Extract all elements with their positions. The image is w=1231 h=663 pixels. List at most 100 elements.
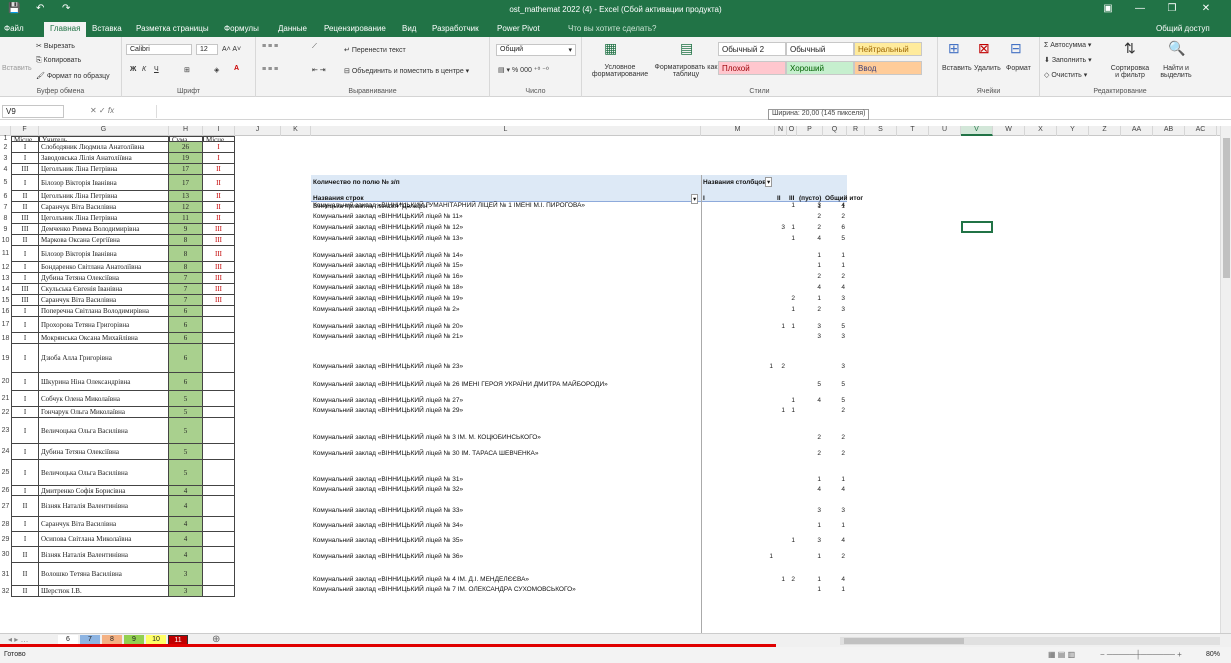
format-cells-button[interactable]: Формат bbox=[1006, 65, 1031, 72]
selected-cell[interactable] bbox=[961, 221, 993, 233]
ribbon-tab-4[interactable]: Формулы bbox=[224, 24, 259, 33]
column-header-R[interactable]: R bbox=[847, 126, 865, 136]
maximize-icon[interactable]: ❐ bbox=[1162, 3, 1182, 14]
row-header-23[interactable]: 23 bbox=[0, 418, 11, 444]
name-box[interactable]: V9 bbox=[2, 105, 64, 118]
align-top-icon[interactable]: ≡ ≡ ≡ bbox=[262, 43, 278, 50]
style-neutral[interactable]: Нейтральный bbox=[854, 42, 922, 56]
column-header-K[interactable]: K bbox=[281, 126, 311, 136]
ribbon-tab-0[interactable]: Файл bbox=[4, 24, 24, 33]
ribbon-options-icon[interactable]: ▣ bbox=[1098, 3, 1118, 14]
row-header-9[interactable]: 9 bbox=[0, 224, 11, 235]
font-color-icon[interactable]: A bbox=[234, 65, 239, 72]
style-input[interactable]: Ввод bbox=[854, 61, 922, 75]
column-header-G[interactable]: G bbox=[39, 126, 169, 136]
insert-cells-button[interactable]: Вставить bbox=[942, 65, 972, 72]
column-header-Y[interactable]: Y bbox=[1057, 126, 1089, 136]
row-header-21[interactable]: 21 bbox=[0, 391, 11, 407]
column-header-L[interactable]: L bbox=[311, 126, 701, 136]
column-header-AB[interactable]: AB bbox=[1153, 126, 1185, 136]
bold-button[interactable]: Ж bbox=[130, 66, 136, 73]
column-header-N[interactable]: N bbox=[775, 126, 787, 136]
row-header-13[interactable]: 13 bbox=[0, 273, 11, 284]
row-header-27[interactable]: 27 bbox=[0, 496, 11, 517]
column-header-W[interactable]: W bbox=[993, 126, 1025, 136]
format-as-table-button[interactable]: Форматировать как таблицу bbox=[654, 64, 718, 78]
column-header-AC[interactable]: AC bbox=[1185, 126, 1217, 136]
row-header-31[interactable]: 31 bbox=[0, 563, 11, 586]
style-bad[interactable]: Плохой bbox=[718, 61, 786, 75]
row-header-15[interactable]: 15 bbox=[0, 295, 11, 306]
italic-button[interactable]: К bbox=[142, 66, 146, 73]
row-header-4[interactable]: 4 bbox=[0, 164, 11, 175]
ribbon-tab-2[interactable]: Вставка bbox=[92, 24, 122, 33]
row-header-14[interactable]: 14 bbox=[0, 284, 11, 295]
delete-cells-button[interactable]: Удалить bbox=[974, 65, 1001, 72]
column-header-AA[interactable]: AA bbox=[1121, 126, 1153, 136]
row-header-22[interactable]: 22 bbox=[0, 407, 11, 418]
align-left-icon[interactable]: ≡ ≡ ≡ bbox=[262, 66, 278, 73]
number-format-select[interactable]: Общий ▾ bbox=[496, 44, 576, 56]
column-header-X[interactable]: X bbox=[1025, 126, 1057, 136]
style-good[interactable]: Хороший bbox=[786, 61, 854, 75]
sort-filter-button[interactable]: Сортировка и фильтр bbox=[1108, 65, 1152, 79]
borders-icon[interactable]: ⊞ bbox=[184, 66, 190, 74]
row-header-7[interactable]: 7 bbox=[0, 202, 11, 213]
worksheet-grid[interactable]: Місце Учитель Сума Місце I Слободяник Людмила… bbox=[11, 136, 1220, 633]
column-header-J[interactable]: J bbox=[235, 126, 281, 136]
column-header-P[interactable]: P bbox=[797, 126, 823, 136]
conditional-format-button[interactable]: Условное форматирование bbox=[588, 64, 652, 78]
indent-icon[interactable]: ⇤ ⇥ bbox=[312, 66, 326, 74]
column-header-T[interactable]: T bbox=[897, 126, 929, 136]
row-header-3[interactable]: 3 bbox=[0, 153, 11, 164]
orientation-icon[interactable]: ⟋ bbox=[312, 43, 317, 51]
ribbon-tab-3[interactable]: Разметка страницы bbox=[136, 24, 209, 33]
row-header-10[interactable]: 10 bbox=[0, 235, 11, 246]
font-name-select[interactable]: Calibri bbox=[126, 44, 192, 55]
paste-button[interactable]: Вставить bbox=[2, 65, 32, 72]
row-header-8[interactable]: 8 bbox=[0, 213, 11, 224]
ribbon-tab-8[interactable]: Разработчик bbox=[432, 24, 479, 33]
column-header-U[interactable]: U bbox=[929, 126, 961, 136]
zoom-slider[interactable]: − ─────┼────── + bbox=[1100, 650, 1182, 659]
ribbon-tab-1[interactable]: Главная bbox=[44, 22, 87, 37]
view-mode-icons[interactable]: ▦ ▤ ▥ bbox=[1048, 650, 1075, 659]
fill-button[interactable]: ⬇ Заполнить ▾ bbox=[1044, 56, 1092, 64]
ribbon-tab-7[interactable]: Вид bbox=[402, 24, 416, 33]
row-header-20[interactable]: 20 bbox=[0, 373, 11, 391]
row-header-12[interactable]: 12 bbox=[0, 262, 11, 273]
column-header-V[interactable]: V bbox=[961, 126, 993, 136]
column-header-M[interactable]: M bbox=[701, 126, 775, 136]
formula-input[interactable] bbox=[156, 105, 1226, 118]
ribbon-tab-10[interactable]: Что вы хотите сделать? bbox=[568, 24, 656, 33]
column-header-F[interactable]: F bbox=[11, 126, 39, 136]
row-header-28[interactable]: 28 bbox=[0, 517, 11, 532]
column-header-S[interactable]: S bbox=[865, 126, 897, 136]
column-header-Z[interactable]: Z bbox=[1089, 126, 1121, 136]
ribbon-tab-6[interactable]: Рецензирование bbox=[324, 24, 386, 33]
fx-icon[interactable]: fx bbox=[108, 106, 114, 115]
row-header-18[interactable]: 18 bbox=[0, 333, 11, 344]
vertical-scrollbar[interactable] bbox=[1220, 126, 1231, 633]
style-normal-2[interactable]: Обычный 2 bbox=[718, 42, 786, 56]
underline-button[interactable]: Ч bbox=[154, 66, 159, 73]
row-header-26[interactable]: 26 bbox=[0, 486, 11, 496]
row-header-29[interactable]: 29 bbox=[0, 532, 11, 547]
ribbon-tab-9[interactable]: Power Pivot bbox=[497, 24, 540, 33]
copy-button[interactable]: ⎘ Копировать bbox=[36, 57, 81, 65]
close-icon[interactable]: ✕ bbox=[1196, 3, 1216, 14]
pivot-row-field[interactable]: Названия строк bbox=[313, 195, 364, 202]
horizontal-scrollbar[interactable] bbox=[840, 637, 1220, 645]
column-header-O[interactable]: O bbox=[787, 126, 797, 136]
row-header-25[interactable]: 25 bbox=[0, 460, 11, 486]
pivot-column-field[interactable]: Названия столбцов bbox=[703, 179, 766, 186]
clear-button[interactable]: ◇ Очистить ▾ bbox=[1044, 71, 1087, 79]
find-select-button[interactable]: Найти и выделить bbox=[1154, 65, 1198, 79]
format-painter-button[interactable]: 🖌 Формат по образцу bbox=[36, 72, 110, 80]
font-size-select[interactable]: 12 bbox=[196, 44, 218, 55]
row-header-11[interactable]: 11 bbox=[0, 246, 11, 262]
fill-color-icon[interactable]: ◈ bbox=[214, 66, 219, 74]
minimize-icon[interactable]: — bbox=[1130, 3, 1150, 14]
row-header-32[interactable]: 32 bbox=[0, 586, 11, 597]
merge-center-button[interactable]: ⊟ Объединить и поместить в центре ▾ bbox=[344, 67, 469, 75]
